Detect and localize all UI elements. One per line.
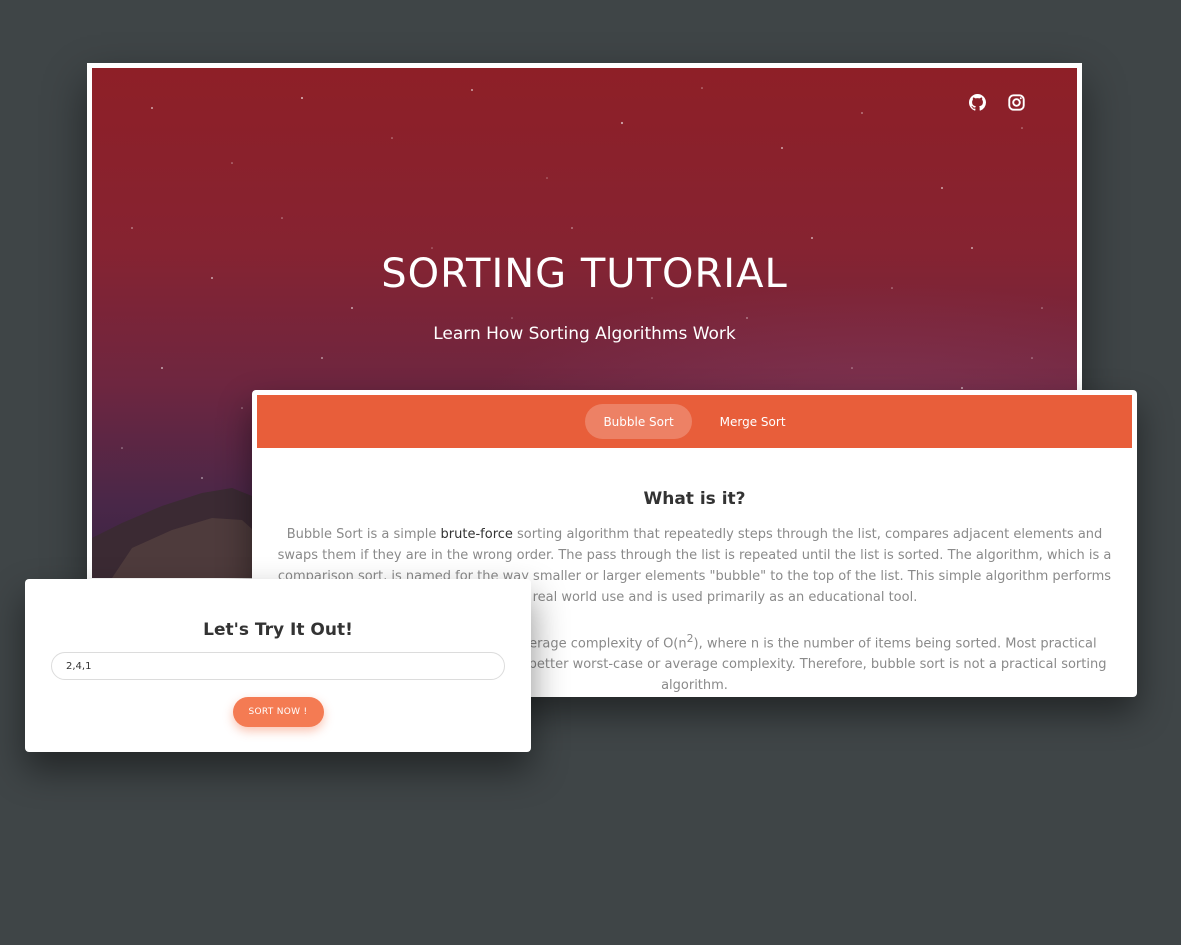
paragraph-text: Bubble Sort is a simple (286, 527, 441, 542)
try-it-card: Let's Try It Out! SORT NOW ! (25, 579, 531, 752)
instagram-icon[interactable] (1008, 94, 1025, 111)
page-title: SORTING TUTORIAL (381, 251, 788, 297)
tab-bubble-sort[interactable]: Bubble Sort (585, 404, 692, 439)
algorithm-tabs: Bubble Sort Merge Sort (257, 395, 1132, 448)
highlight-term: brute-force (440, 527, 513, 542)
try-it-heading: Let's Try It Out! (203, 620, 353, 640)
numbers-input[interactable] (51, 652, 505, 680)
social-links (969, 94, 1025, 111)
exponent: 2 (686, 632, 694, 645)
github-icon[interactable] (969, 94, 986, 111)
tab-merge-sort[interactable]: Merge Sort (702, 404, 804, 439)
sort-now-button[interactable]: SORT NOW ! (232, 697, 324, 727)
section-heading: What is it? (643, 489, 746, 509)
page-subtitle: Learn How Sorting Algorithms Work (433, 324, 736, 344)
